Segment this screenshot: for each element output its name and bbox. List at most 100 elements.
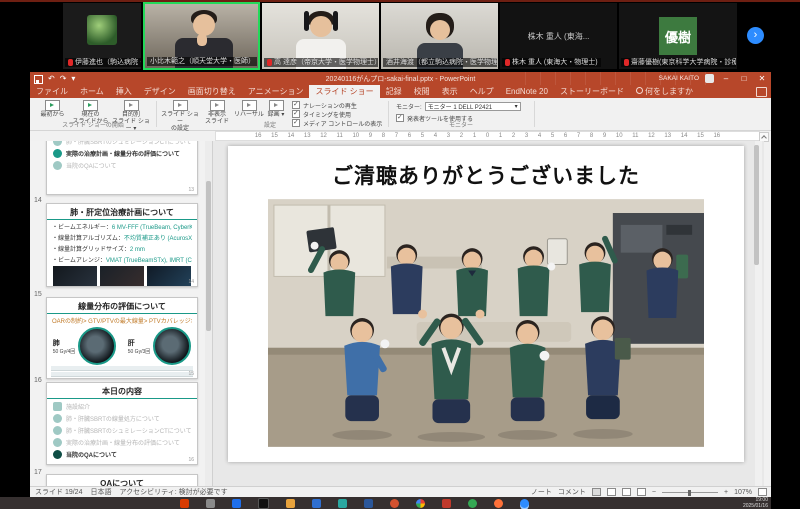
taskbar-app-icon[interactable] (232, 498, 241, 508)
slide-indicator: スライド 19/24 (35, 489, 83, 496)
record-button[interactable]: 録画 ▾ (264, 100, 288, 119)
group-photo[interactable] (268, 198, 704, 448)
mic-muted-icon (267, 59, 272, 66)
powerpoint-window: ↶ ↷ ▾ 20240116がんプロ-sakai-final.pptx - Po… (30, 72, 771, 497)
video-tile-participant-3[interactable]: 高 達彦（帝京大学・医学物理士） (262, 3, 379, 69)
video-tile-participant-6[interactable]: 優樹 齋藤優樹(東京科学大学病院・診療放射線... (619, 3, 737, 69)
zoom-out-button[interactable]: − (652, 489, 656, 496)
tab-view[interactable]: 表示 (436, 85, 464, 98)
account-avatar[interactable] (705, 74, 714, 83)
editor-scrollbar[interactable] (754, 141, 762, 486)
zoom-in-button[interactable]: + (724, 489, 728, 496)
normal-view-icon[interactable] (591, 488, 601, 496)
slide-title-text[interactable]: ご清聴ありがとうございました (228, 160, 744, 190)
video-tile-active-speaker[interactable]: 小比木範之（順天堂大学・医師） (143, 2, 260, 70)
monitor-dropdown-value: モニター 1 DELL P2421 (427, 104, 493, 111)
taskbar-firefox-icon[interactable] (494, 498, 503, 508)
bullet-label: ・線量計算アルゴリズム： (52, 236, 124, 242)
taskbar-folder-icon[interactable] (286, 498, 295, 508)
taskbar-clock[interactable]: 19:00 2025/01/16 (708, 497, 768, 509)
timings-checkbox-row[interactable]: タイミングを使用 (292, 109, 351, 119)
zoom-percentage[interactable]: 107% (734, 489, 752, 496)
tab-slideshow-selected[interactable]: スライド ショー (309, 85, 380, 98)
participant-name-text: 小比木範之（順天堂大学・医師） (150, 58, 255, 65)
thumbnail-slide-17[interactable]: QAについて ITV法VMAT (46, 474, 198, 486)
record-icon (268, 100, 284, 111)
taskbar-zoom-icon[interactable] (520, 498, 529, 508)
tab-review[interactable]: 校閲 (408, 85, 436, 98)
bullet-label: ・線量計算グリッドサイズ： (52, 247, 130, 253)
thumbnail-slide-16[interactable]: 本日の内容 施設紹介 肺・肝臓SBRTの線量処方について 肺・肝臓SBRTのシュ… (46, 382, 198, 465)
fit-to-window-icon[interactable] (758, 488, 767, 496)
share-icon[interactable] (756, 87, 767, 97)
next-participants-button[interactable]: › (747, 27, 764, 44)
participant-name-label: 酒井海渡（都立駒込病院・医学物理士） (383, 58, 497, 67)
slide-canvas[interactable]: ご清聴ありがとうございました (228, 146, 744, 462)
panel-scrollbar[interactable] (205, 141, 212, 486)
bullet-value: 不均質補正あり (AcurosXB, Monte Carlo) (123, 236, 192, 242)
tab-transitions[interactable]: 画面切り替え (182, 85, 242, 98)
accessibility-status[interactable]: アクセシビリティ: 検討が必要です (119, 487, 227, 497)
tab-insert[interactable]: 挿入 (110, 85, 138, 98)
slide-editor-area: ご清聴ありがとうございました (213, 141, 764, 486)
liver-ct-image (153, 327, 192, 365)
participant-name-text: 齋藤優樹(東京科学大学病院・診療放射線... (631, 59, 736, 66)
agenda-item: 肺・肝臓SBRTの線量処方について (66, 417, 160, 423)
close-button[interactable]: ✕ (756, 72, 768, 85)
thumbnail-slide-15[interactable]: 線量分布の評価について OARの制約> GTV/PTVの最大線量> PTVカバレ… (46, 297, 198, 379)
agenda-icon (53, 426, 62, 435)
video-tile-participant-5[interactable]: 株木 重人 (東海... 株木 重人 (東海大・物理士) (500, 3, 617, 69)
tab-help[interactable]: ヘルプ (464, 85, 500, 98)
minimize-button[interactable]: – (720, 72, 732, 85)
monitor-dropdown[interactable]: モニター 1 DELL P2421 ▾ (424, 101, 521, 111)
panel-scrollbar-thumb[interactable] (206, 181, 211, 331)
tab-storyboard[interactable]: ストーリーボード (554, 85, 630, 98)
taskbar-app-icon[interactable] (442, 498, 451, 508)
comments-button[interactable]: コメント (558, 487, 586, 497)
tab-endnote[interactable]: EndNote 20 (500, 85, 554, 98)
notes-button[interactable]: ノート (531, 487, 552, 497)
zoom-slider[interactable] (662, 489, 718, 496)
slide-sorter-view-icon[interactable] (606, 488, 616, 496)
taskbar-app-icon[interactable] (338, 498, 347, 508)
taskbar-chrome-icon[interactable] (416, 498, 425, 508)
ct-image (147, 266, 191, 286)
thumbnail-slide-14[interactable]: 肺・肝定位治療計画について ・ビームエネルギー：6 MV-FFF (TrueBe… (46, 203, 198, 287)
language-indicator[interactable]: 日本語 (90, 487, 111, 497)
tab-record[interactable]: 記録 (380, 85, 408, 98)
monitor-label: モニター: (396, 104, 422, 111)
mic-muted-icon (68, 59, 73, 66)
checkbox-checked-icon[interactable] (292, 109, 300, 118)
slide-subtitle: OARの制約> GTV/PTVの最大線量> PTVカバレッジ> PTV外の線量低… (52, 319, 192, 325)
slideshow-view-icon[interactable] (636, 488, 646, 496)
checkbox-checked-icon[interactable] (292, 100, 300, 109)
thumbnail-slide-title: 肺・肝定位治療計画について (47, 207, 197, 220)
editor-scrollbar-thumb[interactable] (754, 145, 759, 265)
thumbnail-number: 14 (34, 197, 42, 204)
zoom-slider-thumb[interactable] (688, 489, 691, 496)
tab-animations[interactable]: アニメーション (242, 85, 310, 98)
taskbar-app-icon[interactable] (468, 498, 477, 508)
from-beginning-button[interactable]: 最初から (34, 100, 71, 119)
thumbnail-slide-13[interactable]: 肺・肝臓SBRTの線量処方について 肺・肝臓SBRTのシュミレーションCTについ… (46, 141, 198, 195)
chevron-down-icon: ▾ (514, 103, 518, 110)
video-tile-participant-4[interactable]: 酒井海渡（都立駒込病院・医学物理士） (381, 3, 498, 69)
taskbar-powerpoint-icon[interactable] (390, 498, 399, 508)
taskbar-app-icon[interactable] (258, 497, 269, 509)
ct-image (100, 266, 144, 286)
restore-button[interactable]: □ (738, 72, 750, 85)
group-divider (534, 101, 535, 127)
taskbar-app-icon[interactable] (180, 498, 189, 508)
taskbar-app-icon[interactable] (312, 498, 321, 508)
tab-file[interactable]: ファイル (30, 85, 74, 98)
tab-home[interactable]: ホーム (74, 85, 110, 98)
rehearse-timings-button[interactable]: リハーサル (233, 100, 265, 119)
narration-checkbox-row[interactable]: ナレーションの再生 (292, 100, 357, 110)
participant-name-label: 高 達彦（帝京大学・医学物理士） (264, 58, 378, 67)
tab-tell-me[interactable]: 何をしますか (630, 85, 699, 98)
taskbar-app-icon[interactable] (206, 498, 215, 508)
video-tile-participant-1[interactable]: 伊藤進也（駒込病院・医学物理士） (63, 3, 141, 69)
tab-design[interactable]: デザイン (138, 85, 182, 98)
taskbar-app-icon[interactable] (364, 498, 373, 508)
reading-view-icon[interactable] (621, 488, 631, 496)
